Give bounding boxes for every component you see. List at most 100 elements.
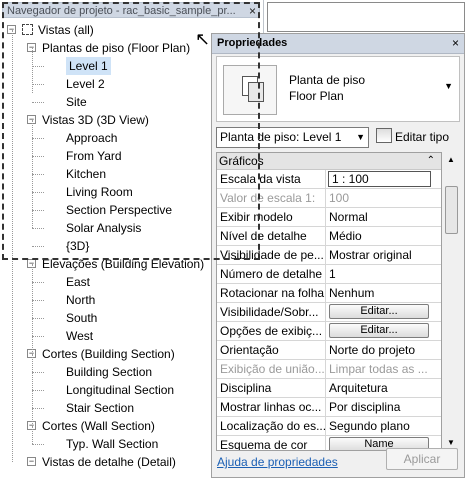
- collapse-icon[interactable]: ⌃: [427, 153, 435, 169]
- property-name: Rotacionar na folha: [217, 284, 326, 302]
- collapse-toggle-icon[interactable]: −: [27, 457, 36, 466]
- property-name: Opções de exibiç...: [217, 322, 326, 340]
- property-name: Escala da vista: [217, 170, 326, 188]
- property-name: Valor de escala 1:: [217, 189, 326, 207]
- tree-item-label: Elevações (Building Elevation): [42, 257, 205, 271]
- edit-type-button[interactable]: Editar tipo: [376, 128, 449, 147]
- property-value[interactable]: Nenhum: [327, 284, 441, 302]
- apply-button[interactable]: Aplicar: [386, 448, 458, 470]
- tree-item-label: {3D}: [66, 239, 90, 253]
- tree-connector: [12, 30, 13, 462]
- mouse-cursor-icon: ↖: [195, 29, 211, 49]
- edit-type-label: Editar tipo: [395, 130, 450, 144]
- property-name: Nível de detalhe: [217, 227, 326, 245]
- property-value[interactable]: Arquitetura: [327, 379, 441, 397]
- property-row: Rotacionar na folha Nenhum: [217, 284, 441, 303]
- tree-item-label: Stair Section: [66, 401, 135, 415]
- property-name: Visibilidade de pe...: [217, 246, 326, 264]
- tree-connector: [32, 228, 44, 229]
- chevron-down-icon: ▼: [356, 132, 365, 142]
- property-row: Orientação Norte do projeto: [217, 341, 441, 360]
- property-name: Orientação: [217, 341, 326, 359]
- property-row: Localização do es... Segundo plano: [217, 417, 441, 436]
- tree-connector: [32, 372, 44, 373]
- tree-connector: [32, 48, 33, 93]
- property-row: Visibilidade de pe... Mostrar original: [217, 246, 441, 265]
- scroll-thumb[interactable]: [445, 186, 458, 234]
- tree-connector: [32, 138, 44, 139]
- property-edit-button[interactable]: Editar...: [329, 304, 429, 319]
- tree-connector: [32, 120, 33, 228]
- tree-connector: [32, 264, 33, 354]
- tree-item-label: East: [66, 275, 91, 289]
- tree-item-label: Vistas de detalhe (Detail): [42, 455, 176, 469]
- property-row: Exibir modelo Normal: [217, 208, 441, 227]
- section-title: Gráficos: [219, 154, 264, 168]
- instance-row: Planta de piso: Level 1 ▼ Editar tipo: [216, 127, 462, 149]
- property-edit-button[interactable]: Editar...: [329, 323, 429, 338]
- tree-connector: [32, 210, 44, 211]
- property-row: Valor de escala 1: 100: [217, 189, 441, 208]
- scroll-up-icon[interactable]: ▲: [443, 152, 459, 168]
- property-value[interactable]: Por disciplina: [327, 398, 441, 416]
- property-value[interactable]: Norte do projeto: [327, 341, 441, 359]
- tree-item-label: Site: [66, 95, 87, 109]
- close-icon[interactable]: ×: [452, 34, 459, 53]
- instance-filter-select[interactable]: Planta de piso: Level 1 ▼: [216, 127, 369, 148]
- vertical-scrollbar[interactable]: ▲ ▼: [443, 152, 459, 451]
- chevron-down-icon[interactable]: ▼: [444, 81, 453, 91]
- floor-plan-type-icon: [223, 65, 277, 115]
- property-row: Exibição de união... Limpar todas as ...: [217, 360, 441, 379]
- tree-connector: [32, 336, 44, 337]
- property-value[interactable]: Médio: [327, 227, 441, 245]
- tree-item-label: Cortes (Wall Section): [42, 419, 155, 433]
- section-header-graphics[interactable]: Gráficos ⌃: [217, 153, 441, 170]
- properties-title: Propriedades: [217, 37, 288, 49]
- property-row: Disciplina Arquitetura: [217, 379, 441, 398]
- tree-item-label: Level 1: [66, 57, 111, 75]
- property-value[interactable]: Mostrar original: [327, 246, 441, 264]
- property-value[interactable]: Segundo plano: [327, 417, 441, 435]
- property-row: Opções de exibiç... Editar...: [217, 322, 441, 341]
- tree-connector: [32, 192, 44, 193]
- type-family-name: Planta de piso: [289, 73, 366, 87]
- property-value[interactable]: Normal: [327, 208, 441, 226]
- properties-palette: Propriedades × Planta de piso Floor Plan…: [211, 33, 465, 478]
- property-name: Disciplina: [217, 379, 326, 397]
- properties-title-bar[interactable]: Propriedades ×: [212, 34, 464, 54]
- property-name: Visibilidade/Sobr...: [217, 303, 326, 321]
- tree-item-label: Living Room: [66, 185, 133, 199]
- tree-connector: [32, 102, 44, 103]
- property-value[interactable]: 1: [327, 265, 441, 283]
- property-value: Limpar todas as ...: [329, 362, 428, 376]
- property-name: Número de detalhe: [217, 265, 326, 283]
- project-browser-title-bar[interactable]: Navegador de projeto - rac_basic_sample_…: [2, 2, 260, 18]
- tree-item-label: North: [66, 293, 96, 307]
- instance-filter-value: Planta de piso: Level 1: [220, 130, 342, 144]
- tree-connector: [32, 246, 44, 247]
- tree-connector: [32, 282, 44, 283]
- property-row: Número de detalhe 1: [217, 265, 441, 284]
- tree-item-label: Building Section: [66, 365, 153, 379]
- property-value-input[interactable]: 1 : 100: [328, 171, 431, 187]
- property-row: Visibilidade/Sobr... Editar...: [217, 303, 441, 322]
- property-value: 100: [329, 191, 350, 205]
- property-name: Esquema de cor: [217, 436, 326, 450]
- tree-item-label: Typ. Wall Section: [66, 437, 159, 451]
- tree-item-label: Plantas de piso (Floor Plan): [42, 41, 191, 55]
- properties-help-link[interactable]: Ajuda de propriedades: [217, 454, 338, 470]
- tree-connector: [32, 390, 44, 391]
- tree-connector: [32, 300, 44, 301]
- tree-connector: [32, 174, 44, 175]
- tree-item-label: Section Perspective: [66, 203, 173, 217]
- tree-item-label: Solar Analysis: [66, 221, 142, 235]
- close-icon[interactable]: ×: [249, 3, 256, 17]
- tree-item-label: Level 2: [66, 77, 105, 91]
- type-name: Floor Plan: [289, 89, 344, 103]
- type-selector[interactable]: Planta de piso Floor Plan ▼: [216, 56, 460, 122]
- tree-item-label: West: [66, 329, 94, 343]
- tree-item-label: From Yard: [66, 149, 122, 163]
- property-name: Exibir modelo: [217, 208, 326, 226]
- tree-item-label: Cortes (Building Section): [42, 347, 175, 361]
- tree-item-label: Kitchen: [66, 167, 107, 181]
